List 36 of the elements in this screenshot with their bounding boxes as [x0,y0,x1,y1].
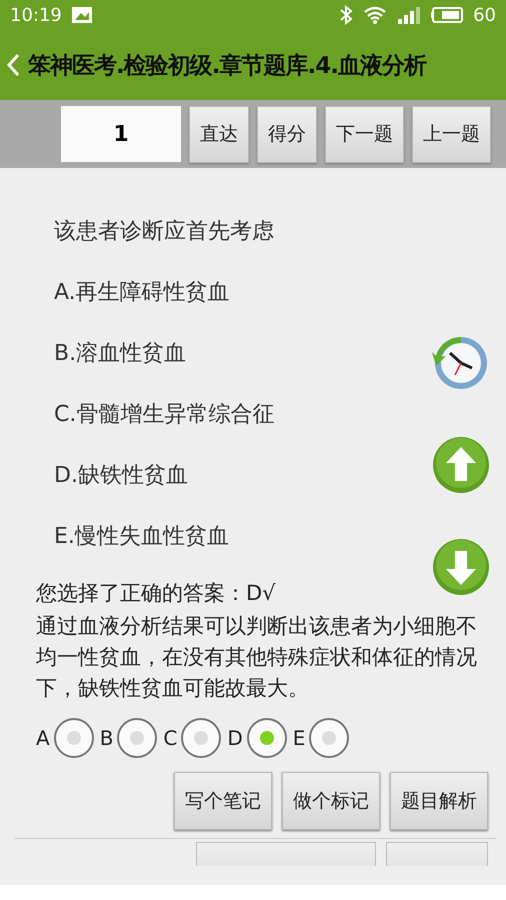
answer-option: C.骨髓增生异常综合征 [54,399,274,429]
radio-button[interactable] [117,718,158,758]
choice-letter: C [163,726,178,750]
choice-letter: A [36,726,50,750]
back-icon[interactable] [6,53,20,77]
answer-option: D.缺铁性贫血 [54,460,188,490]
radio-button[interactable] [246,718,287,758]
choice-letter: E [292,726,306,750]
wifi-icon [363,6,388,24]
image-notification-icon [72,7,92,23]
battery-level: 60 [473,4,496,26]
radio-button[interactable] [181,718,222,758]
action-button[interactable]: 写个笔记 [174,772,272,830]
status-time: 10:19 [10,4,62,26]
clock-icon[interactable] [432,334,490,392]
bluetooth-icon [339,5,354,25]
answer-option: E.慢性失血性贫血 [54,521,229,551]
toolbar-button[interactable]: 得分 [257,106,317,162]
action-button[interactable]: 题目解析 [390,772,488,830]
question-number-field[interactable]: 1 [61,106,181,162]
explanation-text: 通过血液分析结果可以判断出该患者为小细胞不均一性贫血，在没有其他特殊症状和体征的情况下，缺铁性贫血可能故最大。 [35,613,478,702]
answer-option: A.再生障碍性贫血 [54,277,230,307]
action-button[interactable]: 做个标记 [282,772,380,830]
signal-icon [397,6,422,24]
result-text: 您选择了正确的答案：D√ [36,580,276,607]
choice-letter: D [227,726,243,750]
question-text: 该患者诊断应首先考虑 [53,218,275,246]
radio-button[interactable] [309,718,350,758]
battery-icon [431,7,464,23]
app-title: 笨神医考.检验初级.章节题库.4.血液分析 [28,52,426,80]
answer-option: B.溶血性贫血 [54,338,186,368]
toolbar-button[interactable]: 下一题 [325,106,404,162]
radio-button[interactable] [54,718,94,758]
choice-letter: B [100,726,114,750]
toolbar-button[interactable]: 上一题 [412,106,491,162]
toolbar-button[interactable]: 直达 [189,106,249,162]
